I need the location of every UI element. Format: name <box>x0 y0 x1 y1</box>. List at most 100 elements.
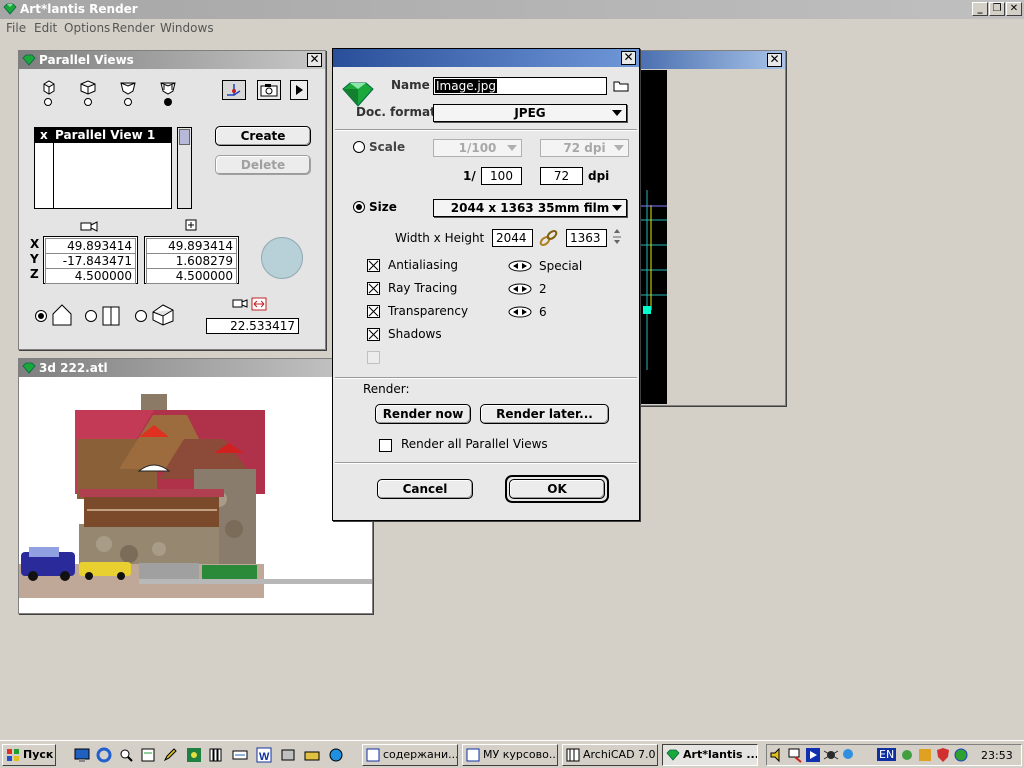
task-document-1[interactable]: содержани... <box>362 744 458 766</box>
arrow-stepper-icon[interactable] <box>508 283 532 295</box>
create-button[interactable]: Create <box>215 126 311 146</box>
messenger-icon[interactable] <box>328 747 344 763</box>
dpi-input[interactable]: 72 <box>540 167 583 185</box>
puzzle-icon[interactable] <box>917 747 933 763</box>
render-dialog-close-button[interactable]: ✕ <box>621 51 636 65</box>
size-radio[interactable] <box>353 201 365 213</box>
cancel-button[interactable]: Cancel <box>377 479 473 499</box>
menu-windows[interactable]: Windows <box>160 21 214 35</box>
ray-tracing-value: 2 <box>539 282 547 296</box>
search-icon[interactable] <box>118 747 134 763</box>
bug-icon[interactable] <box>899 747 915 763</box>
target-y-field[interactable]: 1.608279 <box>146 253 237 269</box>
scale-input[interactable]: 100 <box>481 167 522 185</box>
target-z-field[interactable]: 4.500000 <box>146 268 237 284</box>
desktop-icon[interactable] <box>74 747 90 763</box>
start-button[interactable]: Пуск <box>2 744 56 766</box>
network-icon[interactable] <box>787 747 803 763</box>
view-radio-4-selected[interactable] <box>164 98 172 106</box>
size-select[interactable]: 2044 x 1363 35mm film <box>433 199 627 217</box>
name-input[interactable]: Image.jpg <box>433 77 607 95</box>
cube-icon[interactable] <box>119 79 137 95</box>
doc-format-select[interactable]: JPEG <box>433 104 627 122</box>
wireframe-view[interactable] <box>639 70 667 404</box>
cube-icon[interactable] <box>79 79 97 95</box>
language-indicator[interactable]: EN <box>877 748 897 761</box>
paint-icon[interactable] <box>186 747 202 763</box>
height-input[interactable]: 1363 <box>566 229 607 247</box>
task-document-2[interactable]: МУ курсово... <box>462 744 558 766</box>
stepper-icon[interactable] <box>612 228 622 246</box>
arrow-stepper-icon[interactable] <box>508 260 532 272</box>
task-archicad[interactable]: ArchiCAD 7.0 <box>562 744 658 766</box>
cube-icon[interactable] <box>41 79 57 95</box>
task-label: содержани... <box>383 748 458 761</box>
globe-icon[interactable] <box>953 747 969 763</box>
cube-icon[interactable] <box>159 79 177 95</box>
view-radio-2[interactable] <box>84 98 92 106</box>
render-all-checkbox[interactable] <box>379 439 392 452</box>
app-titlebar: Art*lantis Render _ ❐ ✕ <box>0 0 1024 19</box>
books-icon[interactable] <box>208 747 224 763</box>
orientation-dial[interactable] <box>261 237 303 279</box>
shadows-checkbox[interactable] <box>367 328 380 341</box>
view-radio-1[interactable] <box>44 98 52 106</box>
navigation-tool-button[interactable] <box>222 80 246 100</box>
chain-link-icon[interactable] <box>539 229 559 247</box>
minimize-button[interactable]: _ <box>972 2 988 16</box>
camera-y-field[interactable]: -17.843471 <box>45 253 136 269</box>
folder-icon[interactable] <box>613 80 629 92</box>
keyboard-icon[interactable] <box>232 747 248 763</box>
transparency-checkbox[interactable] <box>367 305 380 318</box>
scroll-thumb[interactable] <box>179 129 190 145</box>
view-radio-3[interactable] <box>124 98 132 106</box>
camera-x-field[interactable]: 49.893414 <box>45 238 136 254</box>
parallel-views-list[interactable]: x Parallel View 1 <box>34 127 172 209</box>
width-input[interactable]: 2044 <box>492 229 533 247</box>
svg-text:W: W <box>259 751 270 763</box>
camera-z-field[interactable]: 4.500000 <box>45 268 136 284</box>
render-now-button[interactable]: Render now <box>375 404 471 424</box>
word-icon[interactable]: W <box>256 747 272 763</box>
task-artlantis[interactable]: Art*lantis ... <box>662 744 758 766</box>
ok-button[interactable]: OK <box>509 479 605 499</box>
pencil-icon[interactable] <box>162 747 178 763</box>
restore-button[interactable]: ❐ <box>989 2 1005 16</box>
shield-icon[interactable] <box>935 747 951 763</box>
menu-render[interactable]: Render <box>112 21 155 35</box>
menu-file[interactable]: File <box>6 21 26 35</box>
parallel-views-close-button[interactable]: ✕ <box>307 53 322 67</box>
scale-ratio-select: 1/100 <box>433 139 522 157</box>
arrow-stepper-icon[interactable] <box>508 306 532 318</box>
ray-tracing-checkbox[interactable] <box>367 282 380 295</box>
target-x-field[interactable]: 49.893414 <box>146 238 237 254</box>
house-render-preview[interactable] <box>19 379 372 613</box>
close-button[interactable]: ✕ <box>1006 2 1022 16</box>
antialiasing-checkbox[interactable] <box>367 259 380 272</box>
notepad-icon[interactable] <box>140 747 156 763</box>
menu-edit[interactable]: Edit <box>34 21 57 35</box>
list-scrollbar[interactable] <box>177 127 192 209</box>
search-icon[interactable] <box>841 747 857 763</box>
scale-radio[interactable] <box>353 141 365 153</box>
tools-icon[interactable] <box>280 747 296 763</box>
archive-icon[interactable] <box>304 747 320 763</box>
list-item-selected[interactable]: x Parallel View 1 <box>35 128 171 143</box>
projection-radio-elevation[interactable] <box>85 310 97 322</box>
render-later-button[interactable]: Render later... <box>480 404 609 424</box>
expand-button[interactable] <box>290 80 308 100</box>
camera-position-icon <box>80 221 98 232</box>
volume-icon[interactable] <box>769 747 785 763</box>
gem-icon <box>3 3 17 15</box>
wireframe-window-close-button[interactable]: ✕ <box>767 53 782 67</box>
projection-radio-perspective[interactable] <box>35 310 47 322</box>
projection-radio-axonometric[interactable] <box>135 310 147 322</box>
menu-options[interactable]: Options <box>64 21 110 35</box>
distance-field[interactable]: 22.533417 <box>206 318 299 334</box>
camera-button[interactable] <box>257 80 281 100</box>
media-icon[interactable] <box>805 747 821 763</box>
internet-explorer-icon[interactable] <box>96 747 112 763</box>
spider-icon[interactable] <box>823 747 839 763</box>
scale-label: Scale <box>369 140 406 154</box>
camera-icon <box>260 84 278 97</box>
